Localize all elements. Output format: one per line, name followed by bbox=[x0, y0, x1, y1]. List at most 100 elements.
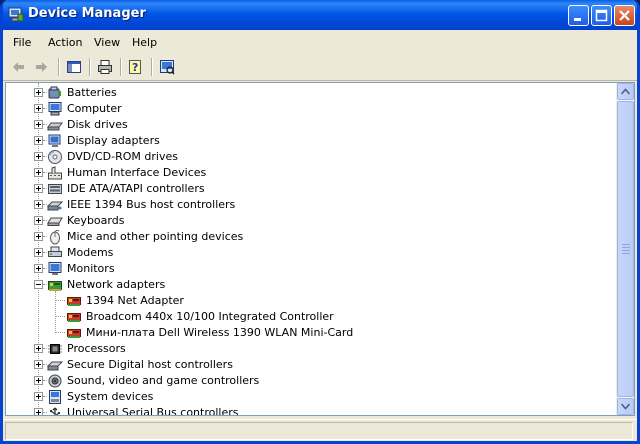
expand-toggle[interactable] bbox=[34, 184, 43, 193]
scroll-up-button[interactable] bbox=[617, 83, 634, 100]
tree-connector bbox=[55, 316, 65, 318]
print-button[interactable] bbox=[94, 57, 116, 77]
tree-node[interactable]: Batteries bbox=[6, 85, 618, 101]
tree-node-label: Batteries bbox=[67, 86, 117, 99]
maximize-button[interactable] bbox=[591, 5, 612, 26]
tree-node[interactable]: Human Interface Devices bbox=[6, 165, 618, 181]
tree-node[interactable]: Processors bbox=[6, 341, 618, 357]
arrow-down-icon bbox=[621, 403, 630, 410]
expand-toggle[interactable] bbox=[34, 344, 43, 353]
cdrom-icon bbox=[47, 149, 63, 165]
tree-node[interactable]: Display adapters bbox=[6, 133, 618, 149]
tree-node[interactable]: IDE ATA/ATAPI controllers bbox=[6, 181, 618, 197]
tree-child-node[interactable]: Broadcom 440x 10/100 Integrated Controll… bbox=[6, 309, 618, 325]
expand-toggle[interactable] bbox=[34, 232, 43, 241]
tree-node-label: Keyboards bbox=[67, 214, 125, 227]
help-icon: ? bbox=[129, 60, 141, 74]
tree-child-label: Broadcom 440x 10/100 Integrated Controll… bbox=[86, 310, 334, 323]
print-icon bbox=[98, 60, 112, 74]
expand-toggle[interactable] bbox=[34, 168, 43, 177]
expand-toggle[interactable] bbox=[34, 248, 43, 257]
tree-node-label: Sound, video and game controllers bbox=[67, 374, 260, 387]
tree-node[interactable]: Mice and other pointing devices bbox=[6, 229, 618, 245]
toolbar: ? bbox=[3, 54, 637, 81]
expand-toggle[interactable] bbox=[34, 136, 43, 145]
show-hide-console-tree-icon bbox=[67, 61, 81, 73]
menu-bar: File Action View Help bbox=[3, 30, 637, 55]
tree-node-label: Mice and other pointing devices bbox=[67, 230, 244, 243]
minimize-button[interactable] bbox=[568, 5, 589, 26]
close-icon bbox=[619, 10, 630, 21]
minimize-icon bbox=[574, 18, 581, 21]
tree-node[interactable]: Computer bbox=[6, 101, 618, 117]
hid-icon bbox=[47, 165, 63, 181]
tree-node[interactable]: Network adapters bbox=[6, 277, 618, 293]
expand-toggle[interactable] bbox=[34, 104, 43, 113]
scroll-grip bbox=[622, 253, 630, 254]
scan-hardware-button[interactable] bbox=[156, 57, 178, 77]
menu-file[interactable]: File bbox=[13, 36, 31, 49]
vertical-scrollbar[interactable] bbox=[616, 83, 634, 415]
expand-toggle[interactable] bbox=[34, 216, 43, 225]
expand-toggle[interactable] bbox=[34, 120, 43, 129]
back-button[interactable] bbox=[7, 57, 29, 77]
collapse-toggle[interactable] bbox=[34, 280, 43, 289]
tree-child-node[interactable]: 1394 Net Adapter bbox=[6, 293, 618, 309]
expand-toggle[interactable] bbox=[34, 376, 43, 385]
tree-connector bbox=[55, 332, 65, 334]
network-card-icon bbox=[66, 309, 82, 325]
expand-toggle[interactable] bbox=[34, 200, 43, 209]
tree-node[interactable]: Modems bbox=[6, 245, 618, 261]
tree-node-label: Processors bbox=[67, 342, 126, 355]
expand-toggle[interactable] bbox=[34, 152, 43, 161]
computer-icon bbox=[47, 101, 63, 117]
maximize-icon bbox=[595, 9, 608, 22]
tree-node[interactable]: Universal Serial Bus controllers bbox=[6, 405, 618, 415]
tree-node[interactable]: Sound, video and game controllers bbox=[6, 373, 618, 389]
expand-toggle[interactable] bbox=[34, 264, 43, 273]
ieee1394-icon bbox=[46, 197, 64, 213]
tree-node-label: Human Interface Devices bbox=[67, 166, 207, 179]
scroll-grip bbox=[622, 250, 630, 251]
tree-node[interactable]: IEEE 1394 Bus host controllers bbox=[6, 197, 618, 213]
tree-node[interactable]: Monitors bbox=[6, 261, 618, 277]
network-adapter-icon bbox=[47, 277, 63, 293]
device-tree[interactable]: Batteries Computer Disk drives Display adap… bbox=[5, 82, 635, 416]
tree-node[interactable]: Secure Digital host controllers bbox=[6, 357, 618, 373]
title-bar[interactable]: Device Manager bbox=[3, 0, 637, 30]
tree-node-label: DVD/CD-ROM drives bbox=[67, 150, 178, 163]
menu-view[interactable]: View bbox=[94, 36, 120, 49]
ide-controller-icon bbox=[47, 181, 63, 197]
tree-node-label: Display adapters bbox=[67, 134, 160, 147]
scroll-grip bbox=[622, 247, 630, 248]
processor-icon bbox=[47, 341, 63, 357]
sd-controller-icon bbox=[46, 357, 64, 373]
usb-icon bbox=[47, 405, 63, 415]
scroll-down-button[interactable] bbox=[617, 398, 634, 415]
expand-toggle[interactable] bbox=[34, 88, 43, 97]
expand-toggle[interactable] bbox=[34, 408, 43, 415]
modem-icon bbox=[47, 245, 63, 261]
menu-action[interactable]: Action bbox=[48, 36, 82, 49]
help-button[interactable]: ? bbox=[125, 57, 147, 77]
expand-toggle[interactable] bbox=[34, 392, 43, 401]
battery-icon bbox=[47, 85, 63, 101]
tree-node-label: Network adapters bbox=[67, 278, 166, 291]
device-manager-app-icon bbox=[8, 7, 24, 22]
tree-child-node[interactable]: Мини-плата Dell Wireless 1390 WLAN Mini-… bbox=[6, 325, 618, 341]
tree-node[interactable]: Keyboards bbox=[6, 213, 618, 229]
tree-node[interactable]: Disk drives bbox=[6, 117, 618, 133]
menu-help[interactable]: Help bbox=[132, 36, 157, 49]
tree-node[interactable]: System devices bbox=[6, 389, 618, 405]
status-bar bbox=[3, 419, 637, 441]
status-pane bbox=[5, 422, 633, 440]
close-button[interactable] bbox=[614, 5, 635, 26]
expand-toggle[interactable] bbox=[34, 360, 43, 369]
scroll-thumb[interactable] bbox=[617, 101, 634, 397]
svg-text:?: ? bbox=[132, 61, 138, 74]
show-hide-tree-button[interactable] bbox=[63, 57, 85, 77]
forward-button[interactable] bbox=[31, 57, 53, 77]
tree-node[interactable]: DVD/CD-ROM drives bbox=[6, 149, 618, 165]
forward-arrow-icon bbox=[36, 62, 47, 72]
system-devices-icon bbox=[47, 389, 63, 405]
